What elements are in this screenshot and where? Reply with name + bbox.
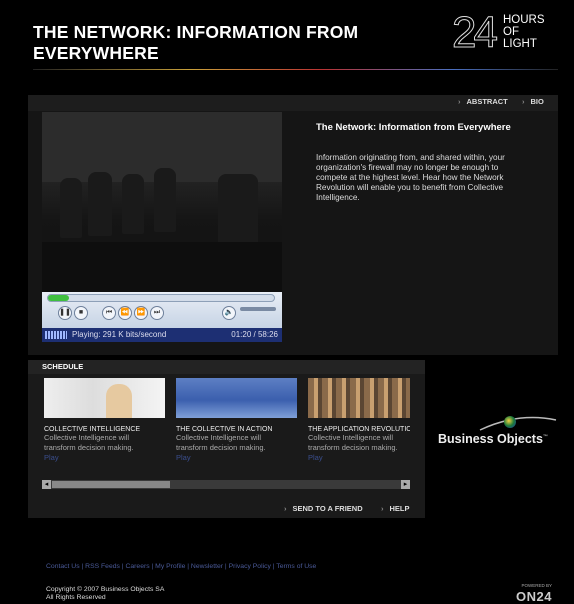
trademark-mark: ™ <box>542 433 548 440</box>
presentation-abstract: Information originating from, and shared… <box>316 153 505 202</box>
presentation-title: The Network: Information from Everywhere <box>316 122 511 133</box>
schedule-thumbnail[interactable] <box>44 378 165 418</box>
bitrate-meter-icon <box>45 331 67 339</box>
page-title: THE NETWORK: INFORMATION FROM EVERYWHERE <box>33 22 359 63</box>
powered-by-label: POWERED BY <box>521 583 552 588</box>
schedule-item[interactable]: COLLECTIVE INTELLIGENCE Collective Intel… <box>44 378 166 462</box>
copyright: Copyright © 2007 Business Objects SA All… <box>46 586 164 602</box>
video-frame[interactable] <box>42 112 282 292</box>
chevron-right-icon: › <box>458 97 461 106</box>
pause-icon[interactable]: ❚❚ <box>58 306 72 320</box>
rewind-icon[interactable]: ⏪ <box>118 306 132 320</box>
schedule-scrollbar[interactable]: ◂ ▸ <box>42 480 410 489</box>
help-button[interactable]: › HELP <box>381 504 410 513</box>
chevron-right-icon: › <box>522 97 525 106</box>
schedule-thumbnail[interactable] <box>308 378 410 418</box>
playback-status: Playing: 291 K bits/second <box>72 330 167 339</box>
schedule-item-desc: Collective Intelligence will <box>308 433 394 442</box>
sponsor-name: Business Objects <box>438 432 543 446</box>
schedule-item-title: COLLECTIVE INTELLIGENCE <box>44 426 141 433</box>
logo-swoosh-icon <box>479 416 557 431</box>
tab-bio[interactable]: › BIO <box>522 97 544 106</box>
next-icon[interactable]: ⏭ <box>150 306 164 320</box>
schedule-item-desc: transform decision making. <box>44 443 134 452</box>
rights-line: All Rights Reserved <box>46 594 106 601</box>
tab-abstract[interactable]: › ABSTRACT <box>458 97 508 106</box>
player-status-bar: Playing: 291 K bits/second 01:20 / 58:26 <box>42 328 282 342</box>
footer-links[interactable]: Contact Us | RSS Feeds | Careers | My Pr… <box>46 563 316 570</box>
schedule-thumbnail[interactable] <box>176 378 297 418</box>
playback-time: 01:20 / 58:26 <box>231 330 278 339</box>
schedule-item-desc: transform decision making. <box>308 443 398 452</box>
scroll-left-icon[interactable]: ◂ <box>42 480 51 489</box>
media-controls: ❚❚ ■ ⏮ ⏪ ⏩ ⏭ 🔈 Playing: 291 K bits/secon… <box>42 292 282 342</box>
copyright-line: Copyright © 2007 Business Objects SA <box>46 586 165 593</box>
on24-logo[interactable]: POWERED BY ON24 <box>508 583 552 604</box>
business-objects-logo[interactable]: Business Objects™ <box>438 414 558 450</box>
schedule-item[interactable]: THE COLLECTIVE IN ACTION Collective Inte… <box>176 378 298 462</box>
play-link[interactable]: Play <box>308 453 410 462</box>
logo-number: 24 <box>452 8 499 58</box>
play-link[interactable]: Play <box>176 453 298 462</box>
schedule-item-title: THE APPLICATION REVOLUTIO <box>308 426 410 433</box>
logo-line-hours: HOURS <box>503 14 545 26</box>
header-divider <box>33 69 558 70</box>
schedule-panel: SCHEDULE COLLECTIVE INTELLIGENCE Collect… <box>28 360 425 518</box>
chevron-right-icon: › <box>381 504 384 513</box>
stop-icon[interactable]: ■ <box>74 306 88 320</box>
seek-bar[interactable] <box>47 294 275 302</box>
scrollbar-thumb[interactable] <box>52 481 170 488</box>
schedule-item[interactable]: THE APPLICATION REVOLUTIO Collective Int… <box>308 378 410 462</box>
info-tabs: › ABSTRACT › BIO <box>28 95 558 111</box>
schedule-item-title: THE COLLECTIVE IN ACTION <box>176 426 273 433</box>
schedule-heading: SCHEDULE <box>28 360 425 374</box>
play-link[interactable]: Play <box>44 453 166 462</box>
volume-icon[interactable]: 🔈 <box>222 306 236 320</box>
hours-of-light-logo: 24 HOURS OF LIGHT <box>452 8 562 58</box>
page-header: THE NETWORK: INFORMATION FROM EVERYWHERE… <box>0 0 574 70</box>
chevron-right-icon: › <box>284 504 287 513</box>
fast-forward-icon[interactable]: ⏩ <box>134 306 148 320</box>
seek-progress <box>48 295 69 301</box>
logo-line-of: OF <box>503 26 519 38</box>
on24-brand: ON24 <box>516 589 552 604</box>
presentation-panel: › ABSTRACT › BIO ❚❚ ■ ⏮ ⏪ ⏩ ⏭ 🔈 Playing: 2… <box>28 95 558 355</box>
logo-line-light: LIGHT <box>503 38 537 50</box>
schedule-item-desc: transform decision making. <box>176 443 266 452</box>
volume-slider[interactable] <box>240 307 276 311</box>
globe-icon <box>504 416 516 428</box>
scroll-right-icon[interactable]: ▸ <box>401 480 410 489</box>
schedule-item-desc: Collective Intelligence will <box>176 433 262 442</box>
previous-icon[interactable]: ⏮ <box>102 306 116 320</box>
send-to-friend-button[interactable]: › SEND TO A FRIEND <box>284 504 363 513</box>
action-bar: › SEND TO A FRIEND › HELP <box>28 500 425 518</box>
schedule-item-desc: Collective Intelligence will <box>44 433 130 442</box>
